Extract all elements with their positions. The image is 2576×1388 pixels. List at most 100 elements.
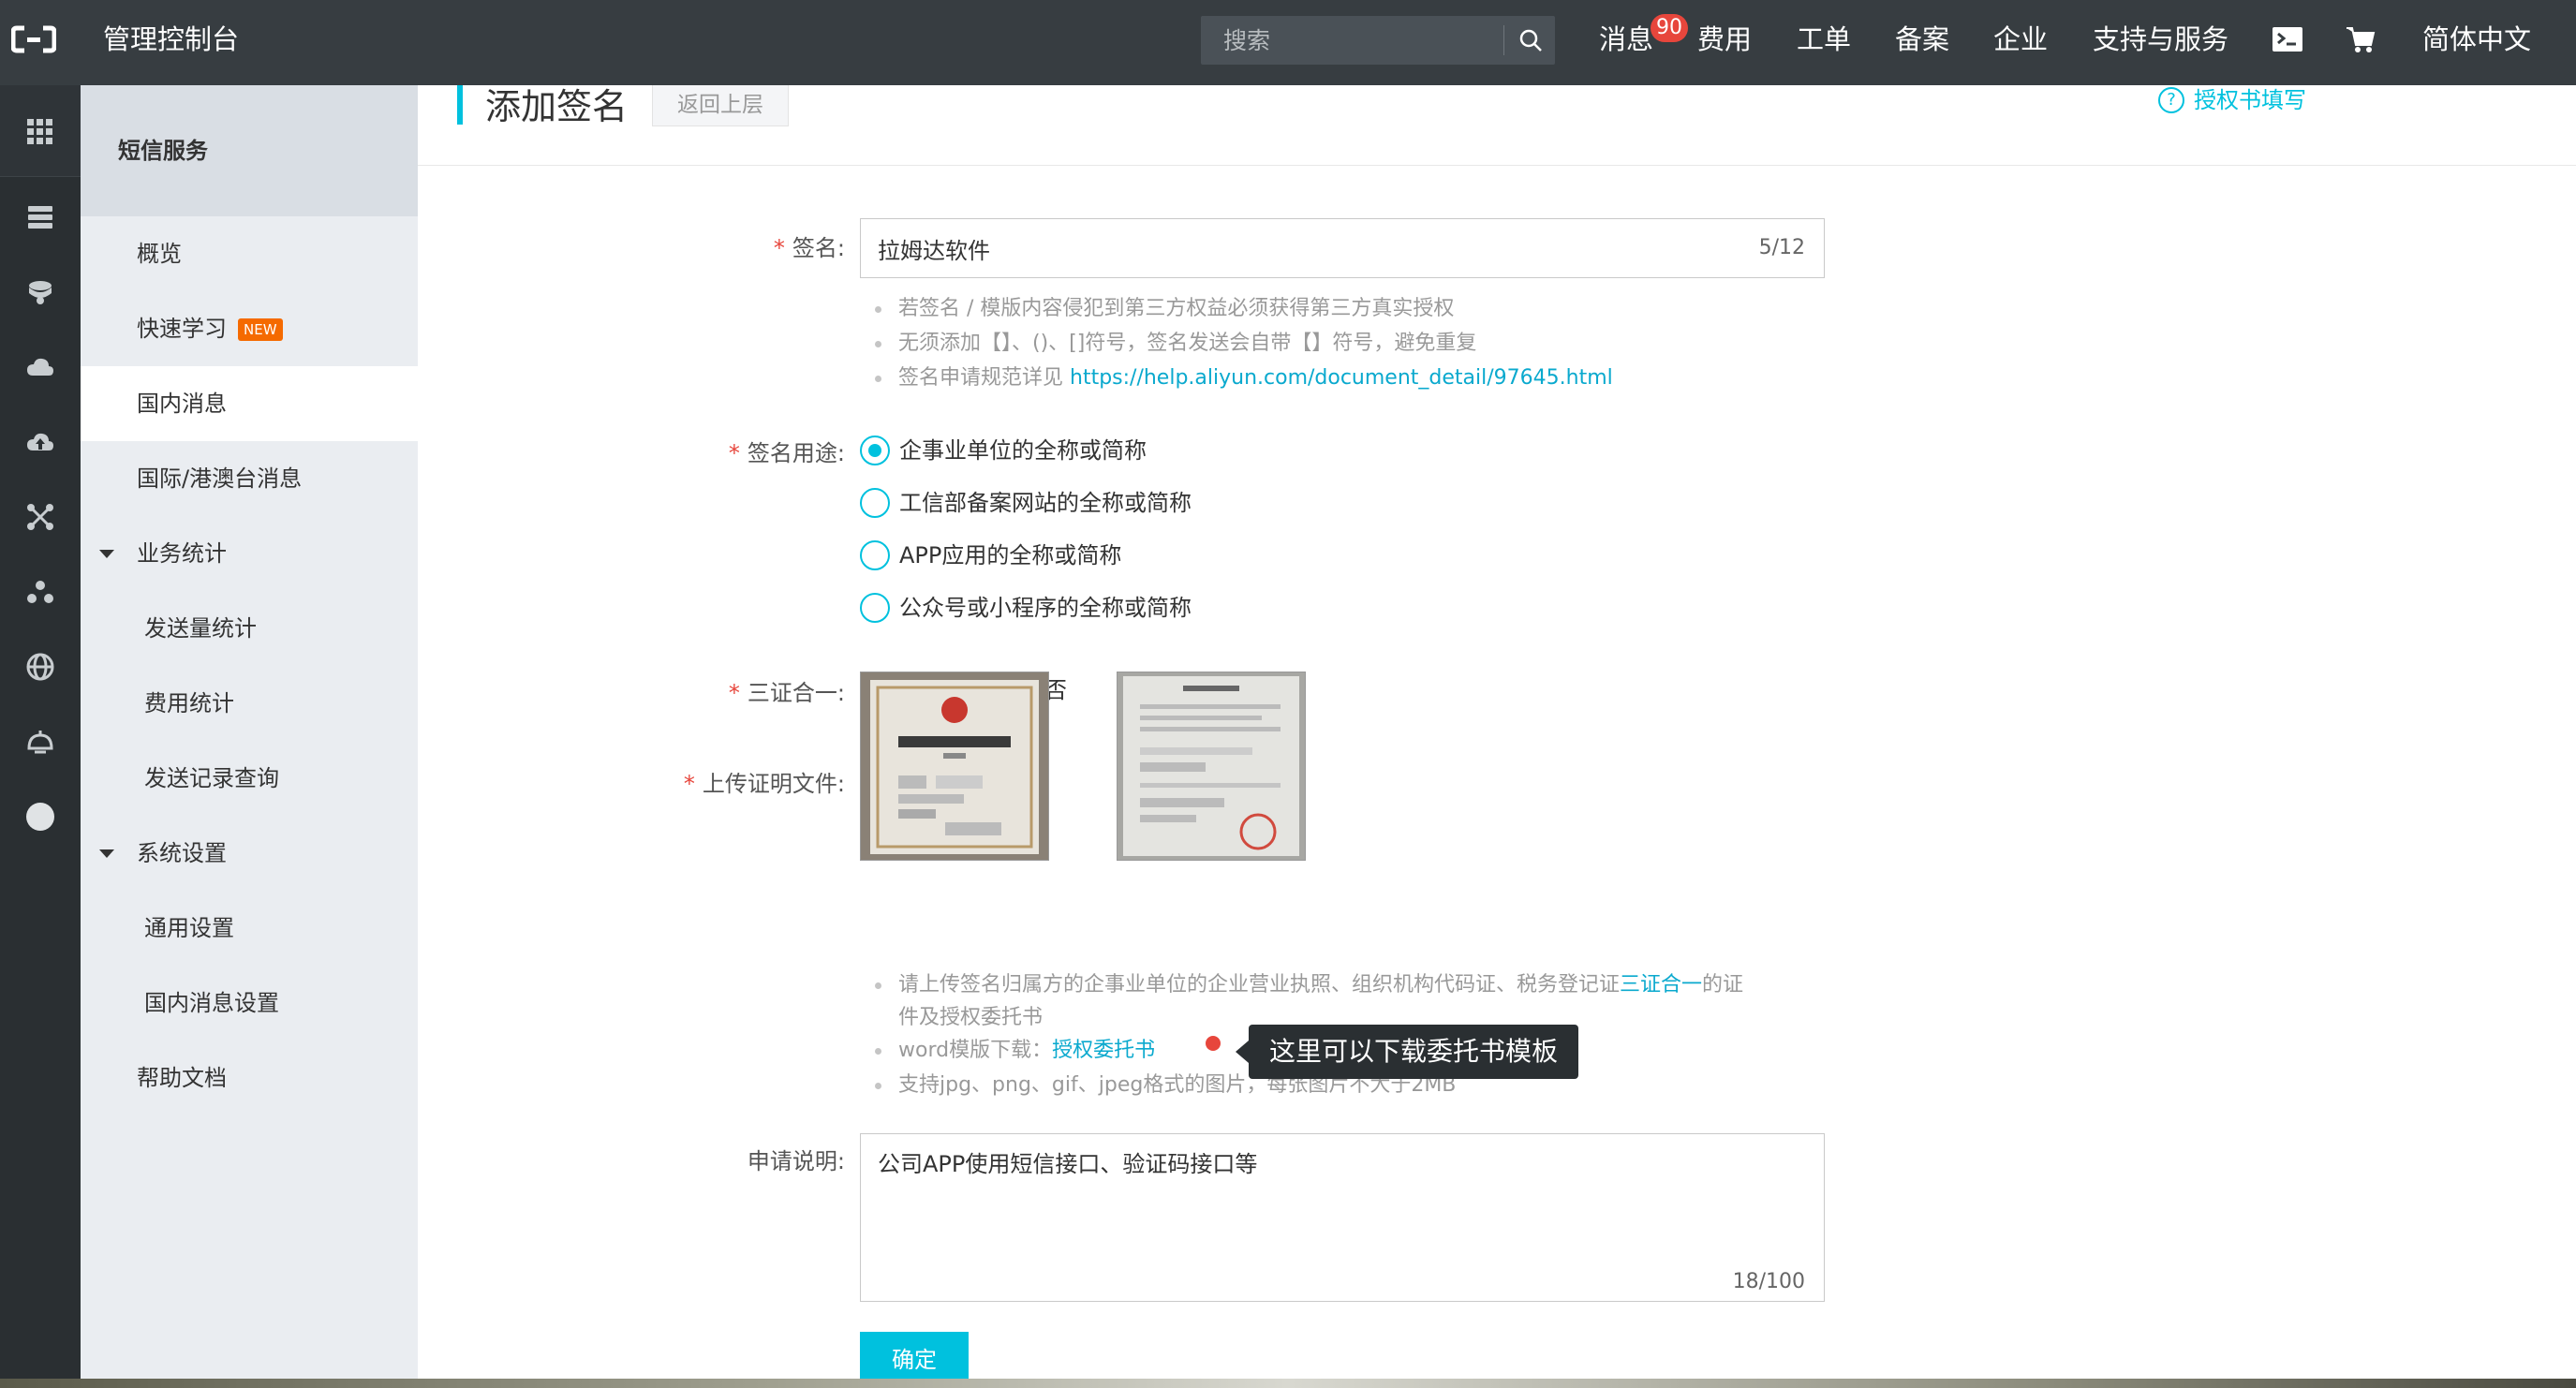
nav-messages[interactable]: 消息 [1599, 21, 1653, 58]
sidebar-item-label: 国内消息 [137, 391, 227, 417]
nav-enterprise[interactable]: 企业 [1993, 21, 2048, 58]
upload-hint-1: 请上传签名归属方的企事业单位的企业营业执照、组织机构代码证、税务登记证三证合一的… [875, 968, 1743, 1002]
authorization-template-download-link[interactable]: 授权委托书 [1052, 1039, 1155, 1062]
upload-label: * 上传证明文件: [684, 767, 845, 801]
description-char-counter: 18/100 [1732, 1270, 1805, 1293]
description-textarea[interactable]: 公司APP使用短信接口、验证码接口等 [861, 1134, 1824, 1265]
usage-option-enterprise[interactable]: 企事业单位的全称或简称 [860, 434, 1147, 467]
aliyun-logo-icon[interactable] [10, 24, 57, 54]
sidebar-group-business-stats[interactable]: 业务统计 [81, 516, 418, 591]
nav-icp-filing[interactable]: 备案 [1895, 21, 1949, 58]
upload-label-text: 上传证明文件: [702, 771, 845, 797]
desktop-bottom-edge [0, 1379, 2576, 1388]
usage-label-text: 签名用途: [747, 440, 845, 466]
usage-option-official-account[interactable]: 公众号或小程序的全称或简称 [860, 591, 1192, 625]
nav-tickets[interactable]: 工单 [1797, 21, 1851, 58]
sidebar-item-international-messages[interactable]: 国际/港澳台消息 [81, 441, 418, 516]
sidebar-item-label: 业务统计 [137, 540, 227, 567]
bullet [875, 375, 881, 382]
signature-spec-link[interactable]: https://help.aliyun.com/document_detail/… [1070, 366, 1613, 390]
bullet [875, 1082, 881, 1089]
sidebar-item-send-record-query[interactable]: 发送记录查询 [81, 741, 418, 816]
authorization-help-link[interactable]: ? 授权书填写 [2158, 85, 2306, 115]
sidebar-item-label: 快速学习 [137, 316, 227, 342]
usage-option-app[interactable]: APP应用的全称或简称 [860, 539, 1121, 572]
search-input[interactable] [1201, 16, 1503, 65]
radio-label: 公众号或小程序的全称或简称 [899, 595, 1192, 621]
circle-icon[interactable] [16, 792, 65, 841]
page-header: 添加签名 返回上层 ? 授权书填写 [418, 85, 2576, 166]
search-divider [1503, 25, 1504, 55]
globe-icon[interactable] [16, 642, 65, 691]
search-box [1201, 16, 1555, 65]
required-mark: * [773, 235, 785, 261]
cluster-icon[interactable] [16, 568, 65, 616]
sidebar-item-overview[interactable]: 概览 [81, 216, 418, 291]
sidebar-item-label: 国际/港澳台消息 [137, 465, 303, 492]
signature-hint-3: 签名申请规范详见 https://help.aliyun.com/documen… [875, 362, 1613, 395]
sidebar-title: 短信服务 [118, 138, 208, 164]
sidebar-item-domestic-message-settings[interactable]: 国内消息设置 [81, 966, 418, 1041]
sidebar-item-help-docs[interactable]: 帮助文档 [81, 1041, 418, 1115]
three-in-one-label: * 三证合一: [729, 676, 845, 710]
uploaded-license-image[interactable] [860, 672, 1049, 861]
hint-text: 签名申请规范详见 [898, 366, 1070, 390]
search-icon [1519, 29, 1542, 52]
sidebar-item-label: 帮助文档 [137, 1065, 227, 1091]
grid-icon[interactable] [16, 108, 65, 156]
sidebar-item-general-settings[interactable]: 通用设置 [81, 891, 418, 966]
cloud-icon[interactable] [16, 343, 65, 391]
sidebar-header: 短信服务 [81, 85, 418, 216]
bullet [875, 982, 881, 989]
hint-text: 若签名 / 模版内容侵犯到第三方权益必须获得第三方真实授权 [898, 297, 1455, 320]
sidebar-item-fee-stats[interactable]: 费用统计 [81, 666, 418, 741]
cloud-upload-icon[interactable] [16, 418, 65, 466]
radio-unchecked [860, 540, 890, 570]
sms-service-sidebar: 短信服务 概览 快速学习 NEW 国内消息 国际/港澳台消息 业务统计 发送量统… [81, 85, 418, 1388]
upload-hint-1-line2: 件及授权委托书 [898, 1006, 1044, 1029]
hint-text: 的证 [1702, 973, 1744, 997]
sidebar-item-label: 通用设置 [144, 915, 234, 941]
tooltip-arrow [1236, 1041, 1249, 1063]
search-button[interactable] [1506, 16, 1555, 65]
network-icon[interactable] [16, 493, 65, 541]
radio-checked [860, 436, 890, 465]
download-template-tooltip: 这里可以下载委托书模板 [1249, 1025, 1578, 1079]
monitor-icon[interactable] [16, 717, 65, 766]
three-in-one-link[interactable]: 三证合一 [1620, 973, 1702, 997]
hint-text: 请上传签名归属方的企事业单位的企业营业执照、组织机构代码证、税务登记证 [898, 973, 1621, 997]
language-selector[interactable]: 简体中文 [2422, 21, 2531, 58]
signature-char-counter: 5/12 [1758, 236, 1805, 259]
required-mark: * [728, 680, 740, 706]
product-icon-rail [0, 85, 81, 1388]
radio-unchecked [860, 593, 890, 623]
radio-label: APP应用的全称或简称 [899, 542, 1122, 568]
sidebar-item-send-volume-stats[interactable]: 发送量统计 [81, 591, 418, 666]
sidebar-item-label: 费用统计 [144, 690, 234, 716]
database-icon[interactable] [16, 268, 65, 317]
hint-text: word模版下载： [898, 1039, 1053, 1062]
terminal-icon[interactable] [2269, 21, 2306, 58]
console-title[interactable]: 管理控制台 [103, 21, 239, 58]
sidebar-item-label: 发送记录查询 [144, 765, 279, 791]
nav-support[interactable]: 支持与服务 [2093, 21, 2228, 58]
bullet [875, 340, 881, 347]
usage-option-miit-website[interactable]: 工信部备案网站的全称或简称 [860, 486, 1192, 520]
cart-icon[interactable] [2342, 21, 2379, 58]
server-list-icon[interactable] [16, 193, 65, 242]
sidebar-item-domestic-messages[interactable]: 国内消息 [81, 366, 418, 441]
radio-label: 企事业单位的全称或简称 [899, 437, 1147, 464]
tooltip-marker-dot [1206, 1036, 1221, 1051]
messages-badge: 90 [1651, 14, 1688, 42]
sidebar-item-label: 概览 [137, 241, 182, 267]
upload-hint-2: word模版下载：授权委托书 [875, 1034, 1155, 1068]
uploaded-authorization-image[interactable] [1117, 672, 1306, 861]
sidebar-item-quick-start[interactable]: 快速学习 NEW [81, 291, 418, 366]
sidebar-group-system-settings[interactable]: 系统设置 [81, 816, 418, 891]
nav-fees[interactable]: 费用 [1697, 21, 1752, 58]
signature-input[interactable] [861, 219, 1685, 277]
radio-unchecked [860, 488, 890, 518]
back-button[interactable]: 返回上层 [652, 85, 789, 126]
top-navigation-bar: 管理控制台 消息 90 费用 工单 备案 企业 支持与服务 简体中文 [0, 0, 2576, 85]
sidebar-item-label: 发送量统计 [144, 615, 257, 642]
